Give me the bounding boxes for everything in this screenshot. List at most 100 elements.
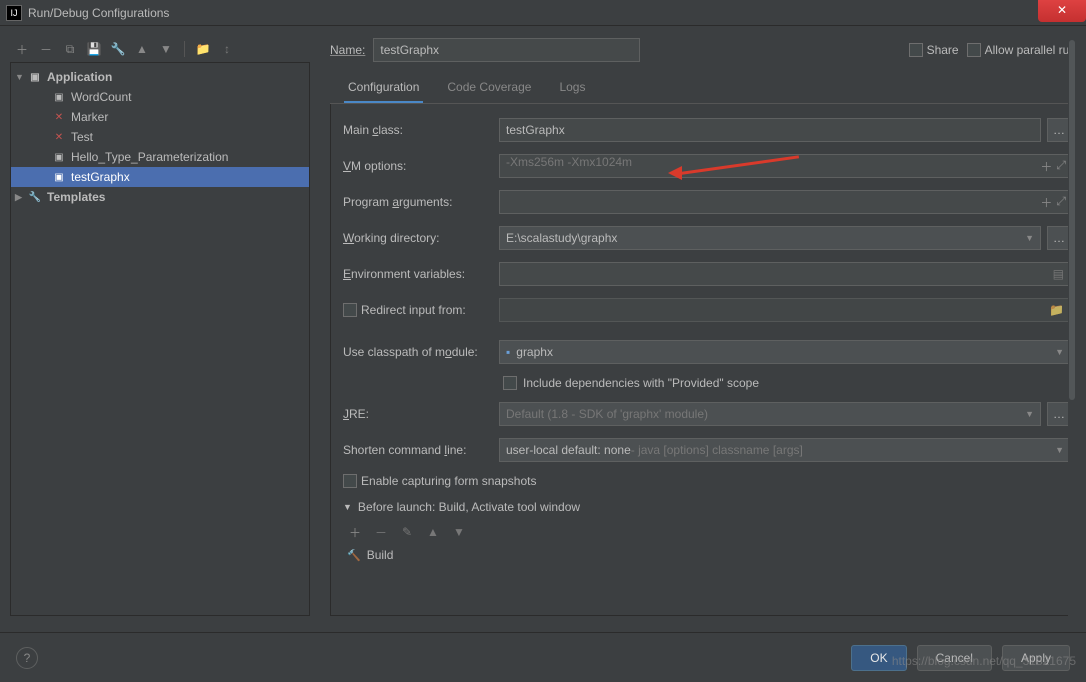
tree-item-label: Marker bbox=[71, 110, 108, 124]
fullscreen-icon[interactable]: ⤢ bbox=[1056, 194, 1066, 211]
redirect-input[interactable]: 📁 bbox=[499, 298, 1071, 322]
chevron-down-icon: ▼ bbox=[1055, 347, 1064, 357]
vm-options-label: VM options: bbox=[343, 159, 493, 173]
jre-label: JRE: bbox=[343, 407, 493, 421]
redirect-check-row[interactable]: Redirect input from: bbox=[343, 303, 493, 317]
enable-capture-label: Enable capturing form snapshots bbox=[361, 474, 536, 488]
add-icon[interactable]: ＋ bbox=[14, 41, 30, 57]
env-vars-label: Environment variables: bbox=[343, 267, 493, 281]
name-label: Name: bbox=[330, 43, 365, 57]
shorten-hint: - java [options] classname [args] bbox=[631, 443, 803, 457]
build-task-row[interactable]: 🔨 Build bbox=[343, 546, 1071, 566]
scrollbar-thumb[interactable] bbox=[1069, 40, 1075, 400]
working-dir-label: Working directory: bbox=[343, 231, 493, 245]
share-checkbox[interactable] bbox=[909, 43, 923, 57]
tree-node-templates[interactable]: ▶ 🔧 Templates bbox=[11, 187, 309, 207]
main-class-input[interactable] bbox=[499, 118, 1041, 142]
fullscreen-icon[interactable]: ⤢ bbox=[1056, 158, 1066, 175]
remove-icon[interactable]: － bbox=[38, 41, 54, 57]
name-input[interactable] bbox=[373, 38, 640, 62]
run-config-icon: ▣ bbox=[51, 149, 67, 165]
down-icon[interactable]: ▼ bbox=[451, 524, 467, 540]
folder-icon[interactable]: 📁 bbox=[1049, 303, 1064, 317]
run-config-icon: ✕ bbox=[51, 109, 67, 125]
up-icon[interactable]: ▲ bbox=[134, 41, 150, 57]
shorten-dropdown[interactable]: user-local default: none - java [options… bbox=[499, 438, 1071, 462]
toolbar-separator bbox=[184, 41, 185, 57]
tab-code-coverage[interactable]: Code Coverage bbox=[443, 74, 535, 103]
run-config-icon: ▣ bbox=[51, 89, 67, 105]
wrench-icon: 🔧 bbox=[27, 189, 43, 205]
tree-label: Templates bbox=[47, 190, 105, 204]
jre-dropdown[interactable]: Default (1.8 - SDK of 'graphx' module) ▼ bbox=[499, 402, 1041, 426]
scrollbar-track[interactable] bbox=[1068, 40, 1076, 626]
redirect-checkbox[interactable] bbox=[343, 303, 357, 317]
program-args-input[interactable]: ＋⤢ bbox=[499, 190, 1071, 214]
folder-icon[interactable]: 📁 bbox=[195, 41, 211, 57]
expand-icon[interactable]: ＋ bbox=[1040, 158, 1052, 175]
tree-item-label: WordCount bbox=[71, 90, 131, 104]
tree-item-label: testGraphx bbox=[71, 170, 130, 184]
dialog-body: ＋ － ⧉ 💾 🔧 ▲ ▼ 📁 ↕ ▼ ▣ Application ▣ Word… bbox=[0, 26, 1086, 626]
tab-configuration[interactable]: Configuration bbox=[344, 74, 423, 103]
chevron-down-icon: ▼ bbox=[1055, 445, 1064, 455]
tree-item[interactable]: ▣ Hello_Type_Parameterization bbox=[11, 147, 309, 167]
apply-button[interactable]: Apply bbox=[1002, 645, 1070, 671]
edit-icon[interactable]: ✎ bbox=[399, 524, 415, 540]
working-dir-input[interactable]: E:\scalastudy\graphx ▼ bbox=[499, 226, 1041, 250]
close-button[interactable]: ✕ bbox=[1038, 0, 1086, 22]
help-button[interactable]: ? bbox=[16, 647, 38, 669]
main-class-label: Main class: bbox=[343, 123, 493, 137]
expand-icon[interactable]: ＋ bbox=[1040, 194, 1052, 211]
include-deps-checkbox[interactable] bbox=[503, 376, 517, 390]
chevron-down-icon: ▼ bbox=[1025, 233, 1034, 243]
module-icon: ▪ bbox=[506, 345, 510, 359]
config-toolbar: ＋ － ⧉ 💾 🔧 ▲ ▼ 📁 ↕ bbox=[10, 36, 310, 62]
share-label: Share bbox=[927, 43, 959, 57]
ok-button[interactable]: OK bbox=[851, 645, 906, 671]
tree-label: Application bbox=[47, 70, 112, 84]
vm-options-input[interactable]: -Xms256m -Xmx1024m ＋⤢ bbox=[499, 154, 1071, 178]
hammer-icon: 🔨 bbox=[347, 549, 361, 562]
parallel-label: Allow parallel run bbox=[985, 43, 1076, 57]
tree-item-selected[interactable]: ▣ testGraphx bbox=[11, 167, 309, 187]
list-icon[interactable]: ▤ bbox=[1053, 267, 1064, 281]
run-config-icon: ✕ bbox=[51, 129, 67, 145]
classpath-dropdown[interactable]: ▪ graphx ▼ bbox=[499, 340, 1071, 364]
add-icon[interactable]: ＋ bbox=[347, 524, 363, 540]
shorten-label: Shorten command line: bbox=[343, 443, 493, 457]
parallel-checkbox[interactable] bbox=[967, 43, 981, 57]
wrench-icon[interactable]: 🔧 bbox=[110, 41, 126, 57]
enable-capture-row[interactable]: Enable capturing form snapshots bbox=[343, 474, 536, 488]
copy-icon[interactable]: ⧉ bbox=[62, 41, 78, 57]
tree-item[interactable]: ✕ Marker bbox=[11, 107, 309, 127]
config-tree: ▼ ▣ Application ▣ WordCount ✕ Marker ✕ T… bbox=[10, 62, 310, 616]
remove-icon[interactable]: － bbox=[373, 524, 389, 540]
tree-item-label: Test bbox=[71, 130, 93, 144]
tree-node-application[interactable]: ▼ ▣ Application bbox=[11, 67, 309, 87]
cancel-button[interactable]: Cancel bbox=[917, 645, 992, 671]
down-icon[interactable]: ▼ bbox=[158, 41, 174, 57]
save-icon[interactable]: 💾 bbox=[86, 41, 102, 57]
tree-item[interactable]: ▣ WordCount bbox=[11, 87, 309, 107]
before-launch-toolbar: ＋ － ✎ ▲ ▼ bbox=[343, 522, 1071, 546]
include-deps-label: Include dependencies with "Provided" sco… bbox=[523, 376, 759, 390]
parallel-check-row[interactable]: Allow parallel run bbox=[967, 43, 1076, 57]
up-icon[interactable]: ▲ bbox=[425, 524, 441, 540]
before-launch-header[interactable]: ▼ Before launch: Build, Activate tool wi… bbox=[343, 500, 1071, 514]
left-panel: ＋ － ⧉ 💾 🔧 ▲ ▼ 📁 ↕ ▼ ▣ Application ▣ Word… bbox=[10, 36, 310, 616]
share-check-row[interactable]: Share bbox=[909, 43, 959, 57]
sort-icon[interactable]: ↕ bbox=[219, 41, 235, 57]
bottom-bar: ? OK Cancel Apply bbox=[0, 632, 1086, 682]
tree-item[interactable]: ✕ Test bbox=[11, 127, 309, 147]
enable-capture-checkbox[interactable] bbox=[343, 474, 357, 488]
title-bar: IJ Run/Debug Configurations ✕ bbox=[0, 0, 1086, 26]
working-dir-value: E:\scalastudy\graphx bbox=[506, 231, 617, 245]
chevron-down-icon: ▼ bbox=[343, 502, 352, 512]
right-panel: Name: Share Allow parallel run Configura… bbox=[310, 36, 1076, 616]
env-vars-input[interactable]: ▤ bbox=[499, 262, 1071, 286]
app-icon: IJ bbox=[6, 5, 22, 21]
program-args-label: Program arguments: bbox=[343, 195, 493, 209]
tab-logs[interactable]: Logs bbox=[555, 74, 589, 103]
name-row: Name: Share Allow parallel run bbox=[330, 36, 1076, 64]
